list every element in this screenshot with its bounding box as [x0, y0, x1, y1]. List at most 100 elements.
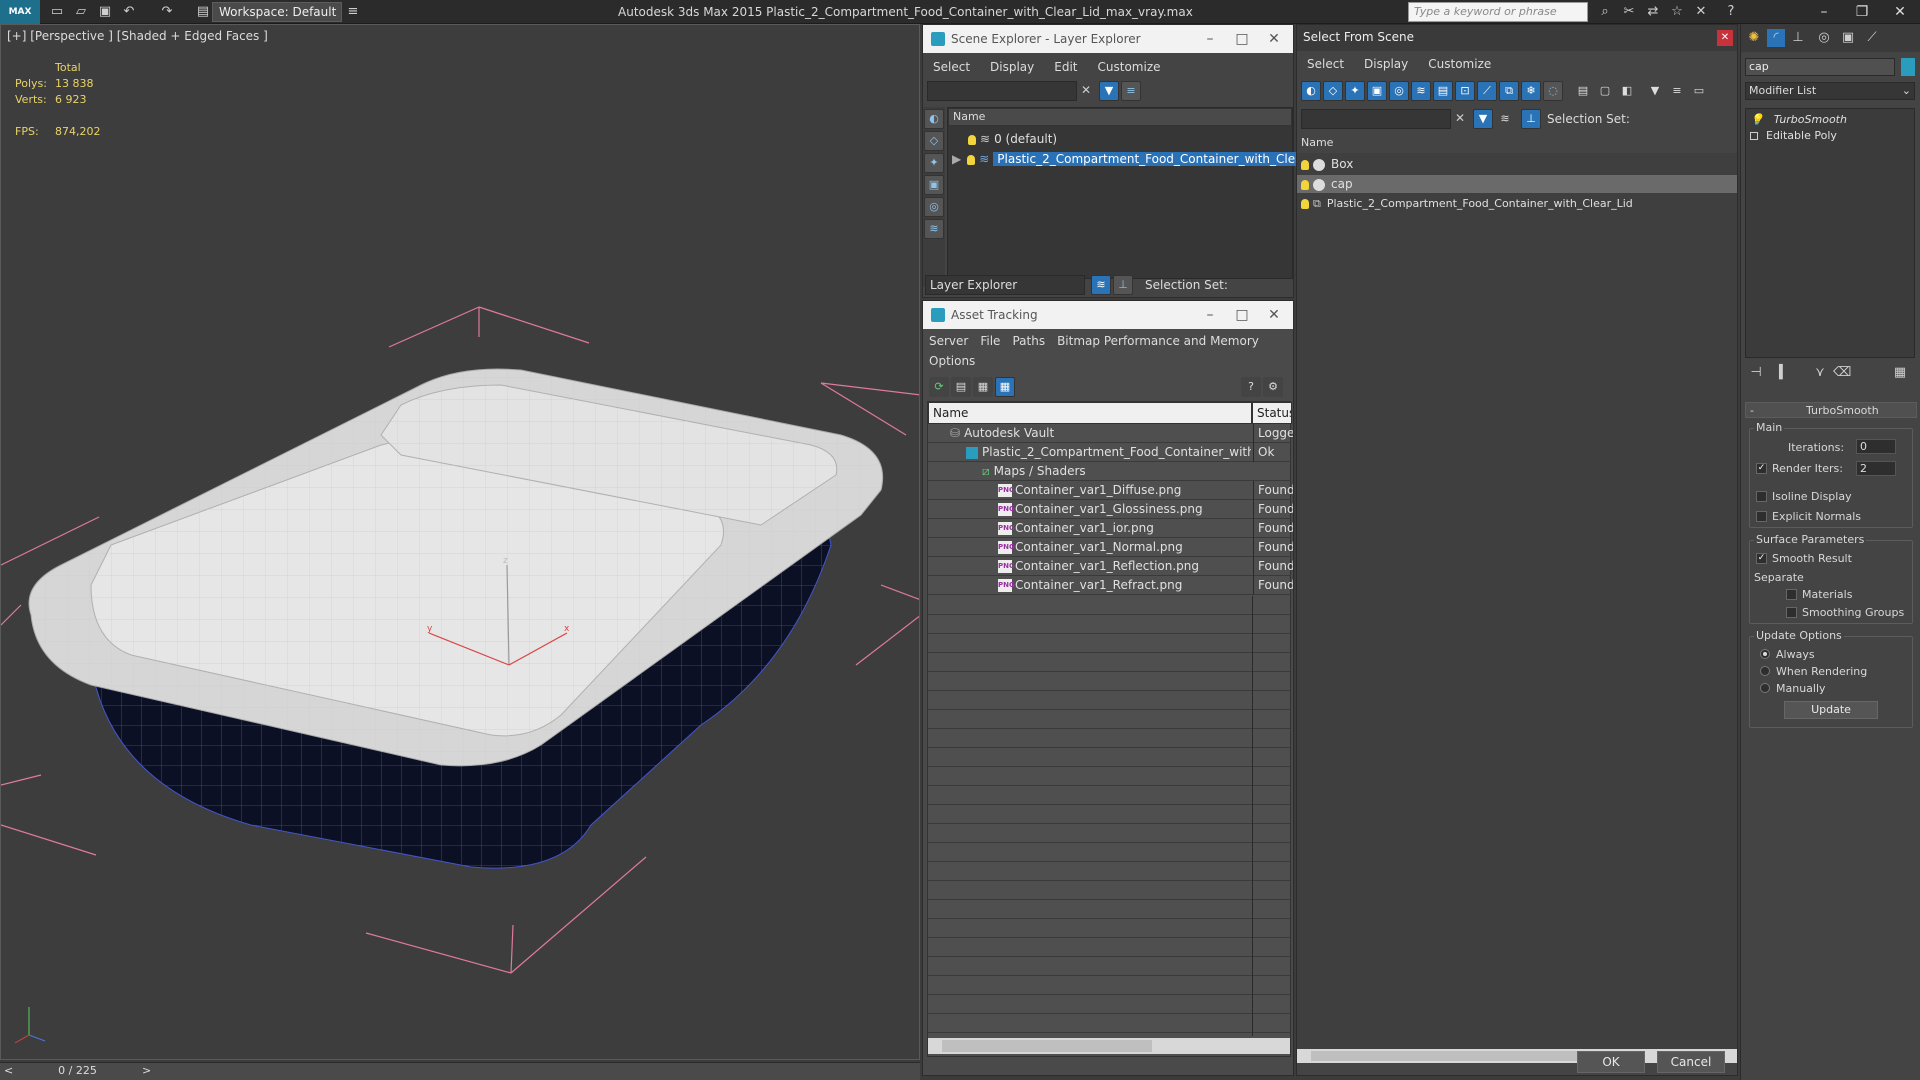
hierarchy-icon[interactable]: ⊥: [1113, 275, 1133, 295]
minimize-icon[interactable]: –: [1808, 0, 1840, 24]
select-from-scene-titlebar[interactable]: Select From Scene ✕: [1297, 25, 1737, 51]
modify-tab-icon[interactable]: ◜: [1767, 29, 1785, 47]
explorer-type-dropdown[interactable]: Layer Explorer: [925, 275, 1085, 295]
scene-explorer-titlebar[interactable]: Scene Explorer - Layer Explorer – □ ✕: [923, 25, 1293, 53]
asset-row[interactable]: PNGContainer_var1_Glossiness.png Found: [928, 500, 1293, 519]
stack-item-editable-poly[interactable]: Editable Poly: [1750, 127, 1837, 145]
display-lights-icon[interactable]: ✦: [924, 153, 944, 173]
show-end-result-icon[interactable]: ▍: [1775, 364, 1793, 382]
new-file-icon[interactable]: ▭: [48, 3, 66, 21]
menu-paths[interactable]: Paths: [1006, 331, 1051, 351]
object-color-swatch[interactable]: [1901, 58, 1915, 76]
always-radio[interactable]: [1760, 649, 1770, 659]
maximize-icon[interactable]: □: [1227, 301, 1257, 329]
find-input[interactable]: [1301, 109, 1451, 129]
when-rendering-radio[interactable]: [1760, 666, 1770, 676]
bulb-icon[interactable]: [1301, 179, 1309, 190]
select-invert-icon[interactable]: ◧: [1617, 81, 1637, 101]
bulb-icon[interactable]: [967, 154, 976, 165]
utilities-tab-icon[interactable]: ⟋: [1863, 29, 1881, 47]
refresh-icon[interactable]: ⟳: [929, 377, 949, 397]
minimize-icon[interactable]: –: [1195, 301, 1225, 329]
modifier-list-dropdown[interactable]: Modifier List ⌄: [1745, 82, 1915, 100]
frozen-filter-icon[interactable]: ❄: [1521, 81, 1541, 101]
sort-icon[interactable]: ≡: [1667, 81, 1687, 101]
collapse-icon[interactable]: ▭: [1689, 81, 1709, 101]
hierarchy-icon[interactable]: ⊥: [1521, 109, 1541, 129]
minimize-icon[interactable]: –: [1195, 25, 1225, 53]
containers-filter-icon[interactable]: ⧉: [1499, 81, 1519, 101]
select-all-icon[interactable]: ▤: [1573, 81, 1593, 101]
close-icon[interactable]: ✕: [1884, 0, 1916, 24]
maximize-icon[interactable]: □: [1227, 25, 1257, 53]
help-icon[interactable]: ?: [1722, 3, 1740, 21]
display-cameras-icon[interactable]: ▣: [924, 175, 944, 195]
geometry-filter-icon[interactable]: ◐: [1301, 81, 1321, 101]
display-tab-icon[interactable]: ▣: [1839, 29, 1857, 47]
display-children-icon[interactable]: ≋: [1495, 109, 1515, 129]
object-row-cap[interactable]: cap: [1297, 175, 1737, 193]
bulb-icon[interactable]: [968, 134, 976, 145]
lights-filter-icon[interactable]: ✦: [1345, 81, 1365, 101]
clear-find-icon[interactable]: ✕: [1455, 111, 1465, 125]
filter-icon[interactable]: ▼: [1099, 81, 1119, 101]
menu-bitmap-performance[interactable]: Bitmap Performance and Memory: [1051, 331, 1265, 351]
asset-row[interactable]: ⛁Autodesk Vault Logged: [928, 424, 1293, 443]
update-button[interactable]: Update: [1784, 701, 1878, 719]
scrollbar-thumb[interactable]: [1311, 1051, 1621, 1061]
ok-button[interactable]: OK: [1577, 1051, 1645, 1073]
materials-checkbox[interactable]: [1786, 589, 1797, 600]
close-x-icon[interactable]: ✕: [1692, 3, 1710, 21]
configure-sets-icon[interactable]: ▦: [1891, 364, 1909, 382]
close-icon[interactable]: ✕: [1259, 301, 1289, 329]
menu-file[interactable]: File: [974, 331, 1006, 351]
isoline-checkbox[interactable]: [1756, 491, 1767, 502]
layer-tools-icon[interactable]: ≡: [1121, 81, 1141, 101]
undo-icon[interactable]: ↶: [120, 3, 138, 21]
object-row-box[interactable]: Box: [1301, 155, 1735, 173]
make-unique-icon[interactable]: ⋎: [1811, 364, 1829, 382]
prev-frame-icon[interactable]: <: [4, 1064, 13, 1077]
smoothing-groups-checkbox[interactable]: [1786, 607, 1797, 618]
filter-funnel-icon[interactable]: ▼: [1645, 81, 1665, 101]
close-icon[interactable]: ✕: [1717, 30, 1733, 46]
subscription-icon[interactable]: ⇄: [1644, 3, 1662, 21]
menu-select[interactable]: Select: [923, 56, 980, 78]
xrefs-filter-icon[interactable]: ⊡: [1455, 81, 1475, 101]
next-frame-icon[interactable]: >: [142, 1064, 151, 1077]
asset-row[interactable]: PNGContainer_var1_Normal.png Found: [928, 538, 1293, 557]
save-icon[interactable]: ▣: [96, 3, 114, 21]
close-icon[interactable]: ✕: [1259, 25, 1289, 53]
column-status[interactable]: Status: [1252, 402, 1292, 424]
manually-radio[interactable]: [1760, 683, 1770, 693]
bones-filter-icon[interactable]: ⟋: [1477, 81, 1497, 101]
display-geometry-icon[interactable]: ◐: [924, 109, 944, 129]
helpers-filter-icon[interactable]: ◎: [1389, 81, 1409, 101]
asset-row[interactable]: Plastic_2_Compartment_Food_Container_wit…: [928, 443, 1291, 462]
column-name[interactable]: Name: [948, 108, 1292, 126]
menu-options[interactable]: Options: [923, 351, 981, 371]
layer-row-container[interactable]: ▶ ≋ Plastic_2_Compartment_Food_Container_w…: [952, 150, 1336, 168]
workspace-dropdown[interactable]: Workspace: Default: [212, 2, 342, 22]
clear-search-icon[interactable]: ✕: [1081, 83, 1091, 97]
render-iters-spinner[interactable]: 2: [1856, 461, 1896, 476]
motion-tab-icon[interactable]: ◎: [1815, 29, 1833, 47]
table-view-icon[interactable]: ▦: [995, 377, 1015, 397]
display-layers-icon[interactable]: ≋: [924, 219, 944, 239]
select-none-icon[interactable]: ▢: [1595, 81, 1615, 101]
redo-icon[interactable]: ↷: [158, 3, 176, 21]
settings-icon[interactable]: ⚙: [1263, 377, 1283, 397]
iterations-spinner[interactable]: 0: [1856, 439, 1896, 454]
menu-icon[interactable]: ≡: [344, 3, 362, 21]
menu-server[interactable]: Server: [923, 331, 974, 351]
menu-select[interactable]: Select: [1297, 53, 1354, 75]
object-row-container[interactable]: ⧉ Plastic_2_Compartment_Food_Container_wi…: [1301, 195, 1735, 213]
display-shapes-icon[interactable]: ◇: [924, 131, 944, 151]
explicit-normals-checkbox[interactable]: [1756, 511, 1767, 522]
project-icon[interactable]: ▤: [194, 3, 212, 21]
asset-row[interactable]: PNGContainer_var1_Reflection.png Found: [928, 557, 1293, 576]
thumbnail-view-icon[interactable]: ▦: [973, 377, 993, 397]
display-helpers-icon[interactable]: ◎: [924, 197, 944, 217]
star-icon[interactable]: ☆: [1668, 3, 1686, 21]
column-name[interactable]: Name: [928, 402, 1252, 424]
